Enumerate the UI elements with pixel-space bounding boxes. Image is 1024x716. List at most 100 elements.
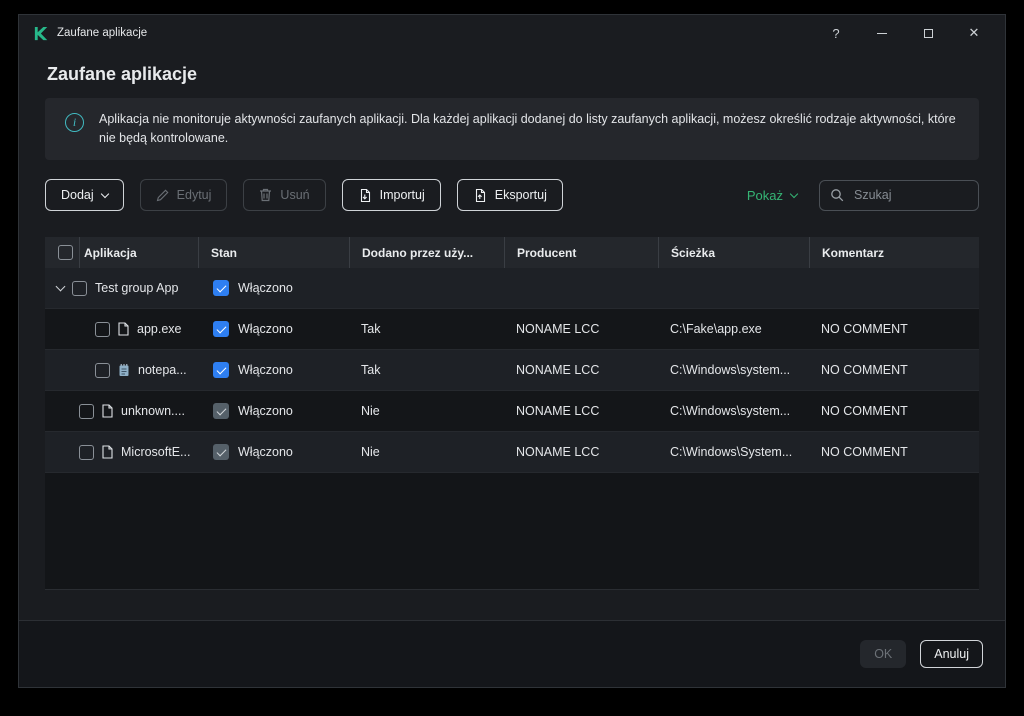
export-button[interactable]: Eksportuj bbox=[456, 179, 563, 211]
table-row[interactable]: notepa... Włączono Tak NONAME LCC C:\Win… bbox=[45, 350, 979, 391]
state-label: Włączono bbox=[238, 404, 293, 418]
file-icon bbox=[102, 445, 113, 459]
path-cell: C:\Fake\app.exe bbox=[670, 322, 762, 336]
application-name: notepa... bbox=[138, 363, 187, 377]
help-button[interactable]: ? bbox=[821, 20, 851, 46]
path-cell: C:\Windows\system... bbox=[670, 404, 791, 418]
edit-button: Edytuj bbox=[139, 179, 228, 211]
ok-button: OK bbox=[860, 640, 907, 668]
application-name: MicrosoftE... bbox=[121, 445, 191, 459]
maximize-button[interactable] bbox=[913, 20, 943, 46]
kaspersky-logo-icon bbox=[32, 25, 48, 41]
notepad-icon bbox=[118, 363, 130, 377]
producer-cell: NONAME LCC bbox=[516, 404, 600, 418]
comment-cell: NO COMMENT bbox=[821, 363, 908, 377]
table-row-group[interactable]: Test group App Włączono bbox=[45, 268, 979, 309]
delete-button: Usuń bbox=[243, 179, 326, 211]
table-row[interactable]: app.exe Włączono Tak NONAME LCC C:\Fake\… bbox=[45, 309, 979, 350]
chevron-down-icon bbox=[789, 189, 799, 198]
delete-button-label: Usuń bbox=[280, 188, 310, 202]
state-checkbox[interactable] bbox=[213, 321, 229, 337]
added-by-user-cell: Tak bbox=[361, 363, 381, 377]
table-empty-area bbox=[45, 473, 979, 589]
dialog-footer: OK Anuluj bbox=[19, 620, 1005, 687]
row-select-checkbox[interactable] bbox=[95, 362, 110, 378]
state-cell: Włączono bbox=[198, 362, 349, 378]
minimize-icon bbox=[877, 32, 887, 34]
state-label: Włączono bbox=[238, 363, 293, 377]
column-header-producer[interactable]: Producent bbox=[504, 237, 658, 268]
trash-icon bbox=[259, 188, 272, 202]
add-button[interactable]: Dodaj bbox=[45, 179, 124, 211]
column-header-path[interactable]: Ścieżka bbox=[658, 237, 809, 268]
minimize-button[interactable] bbox=[867, 20, 897, 46]
column-header-added-by-user[interactable]: Dodano przez uży... bbox=[349, 237, 504, 268]
add-button-label: Dodaj bbox=[61, 188, 94, 202]
edit-button-label: Edytuj bbox=[176, 188, 212, 202]
close-button[interactable]: ✕ bbox=[959, 20, 989, 46]
state-checkbox[interactable] bbox=[213, 362, 229, 378]
added-by-user-cell: Nie bbox=[361, 404, 380, 418]
application-cell: MicrosoftE... bbox=[45, 432, 198, 472]
table-header: Aplikacja Stan Dodano przez uży... Produ… bbox=[45, 237, 979, 268]
comment-cell: NO COMMENT bbox=[821, 445, 908, 459]
file-icon bbox=[118, 322, 129, 336]
application-cell: notepa... bbox=[45, 350, 198, 390]
state-cell: Włączono bbox=[198, 403, 349, 419]
path-cell: C:\Windows\system... bbox=[670, 363, 791, 377]
table-row[interactable]: unknown.... Włączono Nie NONAME LCC C:\W… bbox=[45, 391, 979, 432]
application-cell: Test group App bbox=[45, 268, 198, 308]
column-header-comment[interactable]: Komentarz bbox=[809, 237, 979, 268]
column-header-application[interactable]: Aplikacja bbox=[79, 237, 198, 268]
producer-cell: NONAME LCC bbox=[516, 322, 600, 336]
row-select-checkbox[interactable] bbox=[79, 403, 94, 419]
file-icon bbox=[102, 404, 113, 418]
info-banner: i Aplikacja nie monitoruje aktywności za… bbox=[45, 98, 979, 160]
show-filter-button[interactable]: Pokaż bbox=[741, 187, 803, 204]
show-filter-label: Pokaż bbox=[746, 187, 783, 203]
search-icon bbox=[830, 188, 844, 202]
row-select-checkbox[interactable] bbox=[79, 444, 94, 460]
row-select-checkbox[interactable] bbox=[72, 280, 87, 296]
state-label: Włączono bbox=[238, 322, 293, 336]
titlebar: Zaufane aplikacje ? ✕ bbox=[19, 15, 1005, 51]
added-by-user-cell: Nie bbox=[361, 445, 380, 459]
application-name: app.exe bbox=[137, 322, 182, 336]
import-button-label: Importuj bbox=[379, 188, 425, 202]
cancel-button[interactable]: Anuluj bbox=[920, 640, 983, 668]
chevron-down-icon[interactable] bbox=[55, 281, 66, 291]
producer-cell: NONAME LCC bbox=[516, 445, 600, 459]
app-window: Zaufane aplikacje ? ✕ Zaufane aplikacje … bbox=[18, 14, 1006, 688]
maximize-icon bbox=[923, 28, 933, 38]
application-name: Test group App bbox=[95, 281, 179, 295]
import-button[interactable]: Importuj bbox=[341, 179, 441, 211]
table-row[interactable]: MicrosoftE... Włączono Nie NONAME LCC C:… bbox=[45, 432, 979, 473]
info-icon: i bbox=[65, 113, 84, 132]
export-button-label: Eksportuj bbox=[494, 188, 547, 202]
state-label: Włączono bbox=[238, 445, 293, 459]
comment-cell: NO COMMENT bbox=[821, 404, 908, 418]
select-all-checkbox[interactable] bbox=[58, 245, 73, 260]
import-icon bbox=[358, 188, 372, 203]
window-title: Zaufane aplikacje bbox=[57, 27, 148, 39]
state-checkbox[interactable] bbox=[213, 280, 229, 296]
row-select-checkbox[interactable] bbox=[95, 321, 110, 337]
state-checkbox bbox=[213, 444, 229, 460]
state-checkbox bbox=[213, 403, 229, 419]
select-all-cell bbox=[45, 237, 79, 268]
application-cell: app.exe bbox=[45, 309, 198, 349]
info-banner-text: Aplikacja nie monitoruje aktywności zauf… bbox=[99, 112, 956, 145]
toolbar: Dodaj Edytuj Usuń Importuj Eksportuj Pok… bbox=[45, 179, 979, 211]
search-input[interactable] bbox=[852, 187, 968, 203]
column-header-state[interactable]: Stan bbox=[198, 237, 349, 268]
producer-cell: NONAME LCC bbox=[516, 363, 600, 377]
state-cell: Włączono bbox=[198, 280, 349, 296]
application-cell: unknown.... bbox=[45, 391, 198, 431]
path-cell: C:\Windows\System... bbox=[670, 445, 793, 459]
comment-cell: NO COMMENT bbox=[821, 322, 908, 336]
chevron-down-icon bbox=[100, 189, 109, 198]
search-box bbox=[819, 179, 979, 211]
export-icon bbox=[473, 188, 487, 203]
state-cell: Włączono bbox=[198, 321, 349, 337]
trusted-apps-table: Aplikacja Stan Dodano przez uży... Produ… bbox=[45, 237, 979, 590]
